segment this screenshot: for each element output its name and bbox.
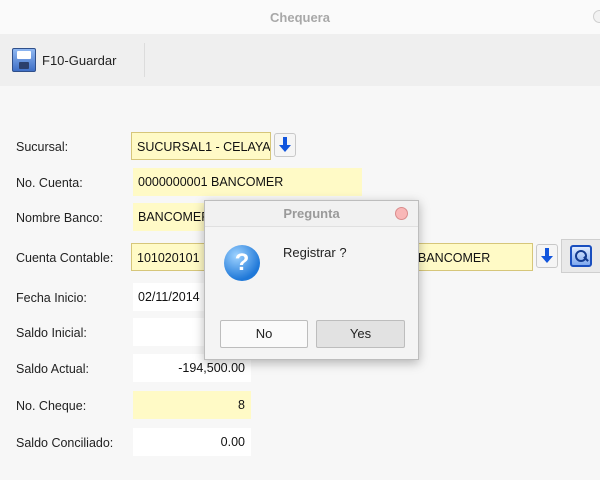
search-icon: [570, 245, 592, 267]
confirm-dialog: Pregunta ? Registrar ? No Yes: [204, 200, 419, 360]
cuenta-contable-dropdown-button[interactable]: [536, 244, 558, 268]
sucursal-label: Sucursal:: [16, 140, 69, 154]
toolbar: F10-Guardar: [0, 34, 600, 86]
sucursal-dropdown-button[interactable]: [274, 133, 296, 157]
app-window: Chequera F10-Guardar Sucursal: SUCURSAL1…: [0, 0, 600, 480]
fecha-inicio-label: Fecha Inicio:: [16, 291, 87, 305]
no-cheque-label: No. Cheque:: [16, 399, 87, 413]
cuenta-contable-description: BANCOMER: [418, 251, 491, 265]
arrow-down-icon: [541, 247, 553, 263]
saldo-inicial-label: Saldo Inicial:: [16, 326, 87, 340]
saldo-actual-label: Saldo Actual:: [16, 362, 89, 376]
save-button[interactable]: F10-Guardar: [8, 43, 145, 77]
sucursal-field[interactable]: SUCURSAL1 - CELAYA: [131, 132, 271, 160]
dialog-title: Pregunta: [283, 206, 340, 221]
window-control-icon[interactable]: [593, 10, 600, 23]
cuenta-contable-code: 101020101: [137, 251, 200, 265]
close-icon[interactable]: [395, 207, 408, 220]
cuenta-contable-label: Cuenta Contable:: [16, 251, 114, 265]
question-icon: ?: [224, 245, 260, 281]
saldo-conciliado-field[interactable]: 0.00: [133, 428, 251, 456]
cuenta-contable-search-button[interactable]: [561, 239, 600, 273]
title-bar: Chequera: [0, 0, 600, 34]
save-icon: [12, 48, 36, 72]
save-button-label: F10-Guardar: [42, 52, 117, 68]
saldo-conciliado-label: Saldo Conciliado:: [16, 436, 114, 450]
no-cuenta-field[interactable]: 0000000001 BANCOMER: [133, 168, 362, 196]
no-button[interactable]: No: [220, 320, 308, 348]
arrow-down-icon: [279, 136, 291, 152]
dialog-title-bar: Pregunta: [205, 201, 418, 227]
dialog-message: Registrar ?: [283, 245, 347, 260]
yes-button[interactable]: Yes: [316, 320, 405, 348]
nombre-banco-label: Nombre Banco:: [16, 211, 103, 225]
no-cuenta-label: No. Cuenta:: [16, 176, 83, 190]
no-cheque-field[interactable]: 8: [133, 391, 251, 419]
window-title: Chequera: [270, 9, 330, 25]
